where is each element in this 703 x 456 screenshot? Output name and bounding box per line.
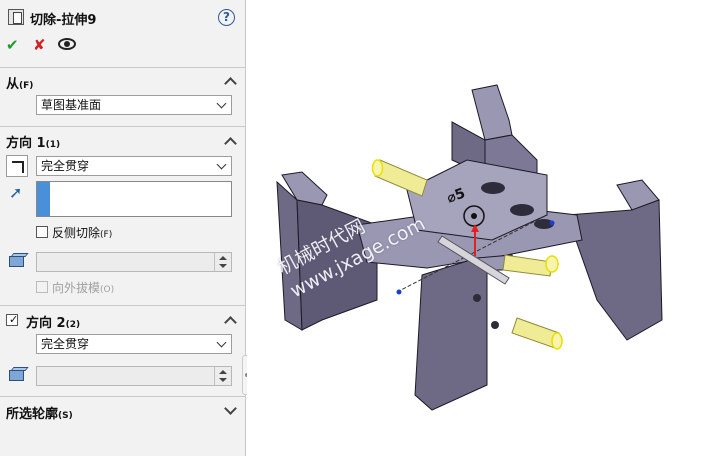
chevron-down-icon[interactable] xyxy=(224,402,237,415)
guide-pin xyxy=(511,317,563,350)
direction2-end-condition-value: 完全贯穿 xyxy=(41,337,90,351)
property-manager-panel: 切除-拉伸9 ? ✔ ✘ 从(F) 草图基准面 方向 1(1) 完全贯穿 ➚ 反… xyxy=(0,0,246,456)
divider xyxy=(0,396,246,397)
right-wing-face xyxy=(566,199,663,341)
spinner-divider xyxy=(214,367,215,385)
section-direction2-title: 方向 2 xyxy=(26,316,66,331)
chevron-up-icon[interactable] xyxy=(224,316,237,329)
spinner-divider xyxy=(214,253,215,271)
draft-angle-spinner-2[interactable] xyxy=(36,366,232,386)
section-direction1-header[interactable]: 方向 1(1) xyxy=(6,132,60,151)
flip-side-cut-checkbox[interactable] xyxy=(36,226,48,238)
direction2-checkbox[interactable]: ✓ xyxy=(6,313,19,326)
help-icon[interactable]: ? xyxy=(218,9,235,26)
chevron-up-icon[interactable] xyxy=(224,137,237,150)
section-direction1-key: (1) xyxy=(45,140,61,150)
graphics-viewport[interactable]: ⌀5 机械时代网 www.jxage.com xyxy=(247,0,703,456)
sketch-point xyxy=(549,220,555,226)
direction1-end-condition-select[interactable]: 完全贯穿 xyxy=(36,156,232,176)
draft-angle-spinner[interactable] xyxy=(36,252,232,272)
section-selected-contours-key: (S) xyxy=(58,411,73,421)
spin-up-icon[interactable] xyxy=(219,370,227,374)
draft-outward-label: 向外拔模(O) xyxy=(52,279,114,296)
divider xyxy=(0,126,246,127)
ok-check-icon[interactable]: ✔ xyxy=(6,36,19,54)
flip-side-cut-label: 反侧切除(F) xyxy=(52,224,112,241)
draft-toggle-button-2[interactable] xyxy=(6,365,29,385)
selection-highlight xyxy=(37,182,50,216)
section-from-header[interactable]: 从(F) xyxy=(6,73,33,92)
section-direction1-title: 方向 1 xyxy=(6,136,46,151)
draft-icon-body xyxy=(9,256,24,267)
action-bar: ✔ ✘ xyxy=(0,36,246,56)
section-selected-contours-title: 所选轮廓 xyxy=(6,407,59,422)
chevron-down-icon xyxy=(216,159,227,170)
spin-down-icon[interactable] xyxy=(219,378,227,382)
spin-down-icon[interactable] xyxy=(219,264,227,268)
hole xyxy=(491,321,499,329)
draft-toggle-button[interactable] xyxy=(6,251,29,271)
draft-outward-text: 向外拔模 xyxy=(52,281,101,295)
reverse-direction-icon xyxy=(12,161,24,173)
guide-pin xyxy=(502,254,559,277)
back-block-top xyxy=(471,84,513,141)
hole xyxy=(510,204,534,216)
cut-extrude-feature-icon xyxy=(8,9,24,25)
flip-side-cut-text: 反侧切除 xyxy=(52,226,101,240)
draft-icon-body xyxy=(9,370,24,381)
chevron-up-icon[interactable] xyxy=(224,77,237,90)
chevron-down-icon xyxy=(216,98,227,109)
flip-side-cut-key: (F) xyxy=(100,230,113,240)
reverse-direction-button[interactable] xyxy=(6,155,28,177)
cancel-x-icon[interactable]: ✘ xyxy=(33,36,46,54)
section-direction2-header[interactable]: 方向 2(2) xyxy=(26,312,80,331)
dimension-center xyxy=(471,213,477,219)
feature-title: 切除-拉伸9 xyxy=(30,13,97,28)
section-from-title: 从 xyxy=(6,77,20,92)
direction-vector-selection-box[interactable] xyxy=(36,181,232,217)
draft-outward-key: (O) xyxy=(100,285,115,295)
part-model-3d[interactable] xyxy=(247,0,703,456)
spin-up-icon[interactable] xyxy=(219,256,227,260)
preview-eye-icon[interactable] xyxy=(58,38,76,50)
direction-vector-icon: ➚ xyxy=(9,183,23,202)
section-from-key: (F) xyxy=(19,81,34,91)
chevron-down-icon xyxy=(216,337,227,348)
section-selected-contours-header[interactable]: 所选轮廓(S) xyxy=(6,403,73,422)
from-condition-value: 草图基准面 xyxy=(41,98,102,112)
from-condition-select[interactable]: 草图基准面 xyxy=(36,95,232,115)
check-icon: ✓ xyxy=(9,313,19,326)
hole xyxy=(481,182,505,194)
direction2-end-condition-select[interactable]: 完全贯穿 xyxy=(36,334,232,354)
sketch-point xyxy=(396,289,402,295)
draft-outward-checkbox[interactable] xyxy=(36,281,48,293)
section-direction2-key: (2) xyxy=(65,320,81,330)
divider xyxy=(0,67,246,68)
direction1-end-condition-value: 完全贯穿 xyxy=(41,159,90,173)
panel-titlebar: 切除-拉伸9 ? xyxy=(0,0,246,34)
hole xyxy=(473,294,481,302)
front-block-face xyxy=(414,257,488,411)
divider xyxy=(0,305,246,306)
